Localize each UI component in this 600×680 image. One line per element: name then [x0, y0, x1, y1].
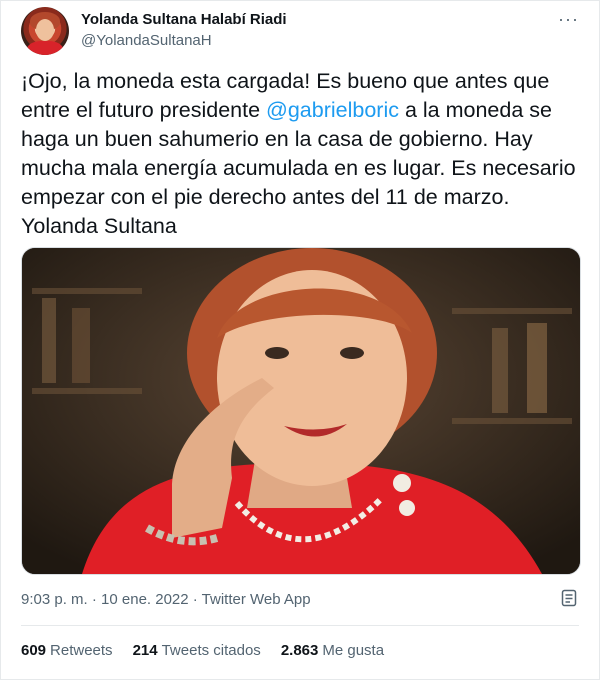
tweet-photo[interactable]: [21, 247, 581, 575]
tweet-header: Yolanda Sultana Halabí Riadi @YolandaSul…: [21, 7, 583, 55]
retweets-stat[interactable]: 609 Retweets: [21, 642, 113, 659]
retweets-label: Retweets: [50, 642, 113, 659]
author-name[interactable]: Yolanda Sultana Halabí Riadi: [81, 11, 287, 28]
quotes-label: Tweets citados: [161, 642, 261, 659]
photo-illustration: [22, 248, 580, 574]
tweet-card: Yolanda Sultana Halabí Riadi @YolandaSul…: [0, 0, 600, 680]
author-handle[interactable]: @YolandaSultanaH: [81, 32, 212, 49]
more-dots-icon[interactable]: ···: [558, 9, 579, 30]
tweet-timestamp[interactable]: 9:03 p. m. · 10 ene. 2022 · Twitter Web …: [21, 591, 311, 608]
quotes-count: 214: [132, 642, 158, 659]
tweet-text: ¡Ojo, la moneda esta cargada! Es bueno q…: [21, 67, 586, 241]
retweets-count: 609: [21, 642, 47, 659]
quotes-stat[interactable]: 214 Tweets citados: [133, 642, 261, 659]
likes-label: Me gusta: [322, 642, 385, 659]
likes-count: 2.863: [280, 642, 319, 659]
avatar[interactable]: [21, 7, 69, 55]
tweet-stats: 609 Retweets 214 Tweets citados 2.863 Me gu…: [21, 642, 384, 659]
mention-link[interactable]: @gabrielboric: [266, 98, 399, 122]
divider: [21, 625, 579, 626]
likes-stat[interactable]: 2.863 Me gusta: [281, 642, 384, 659]
analytics-icon[interactable]: [561, 589, 577, 607]
